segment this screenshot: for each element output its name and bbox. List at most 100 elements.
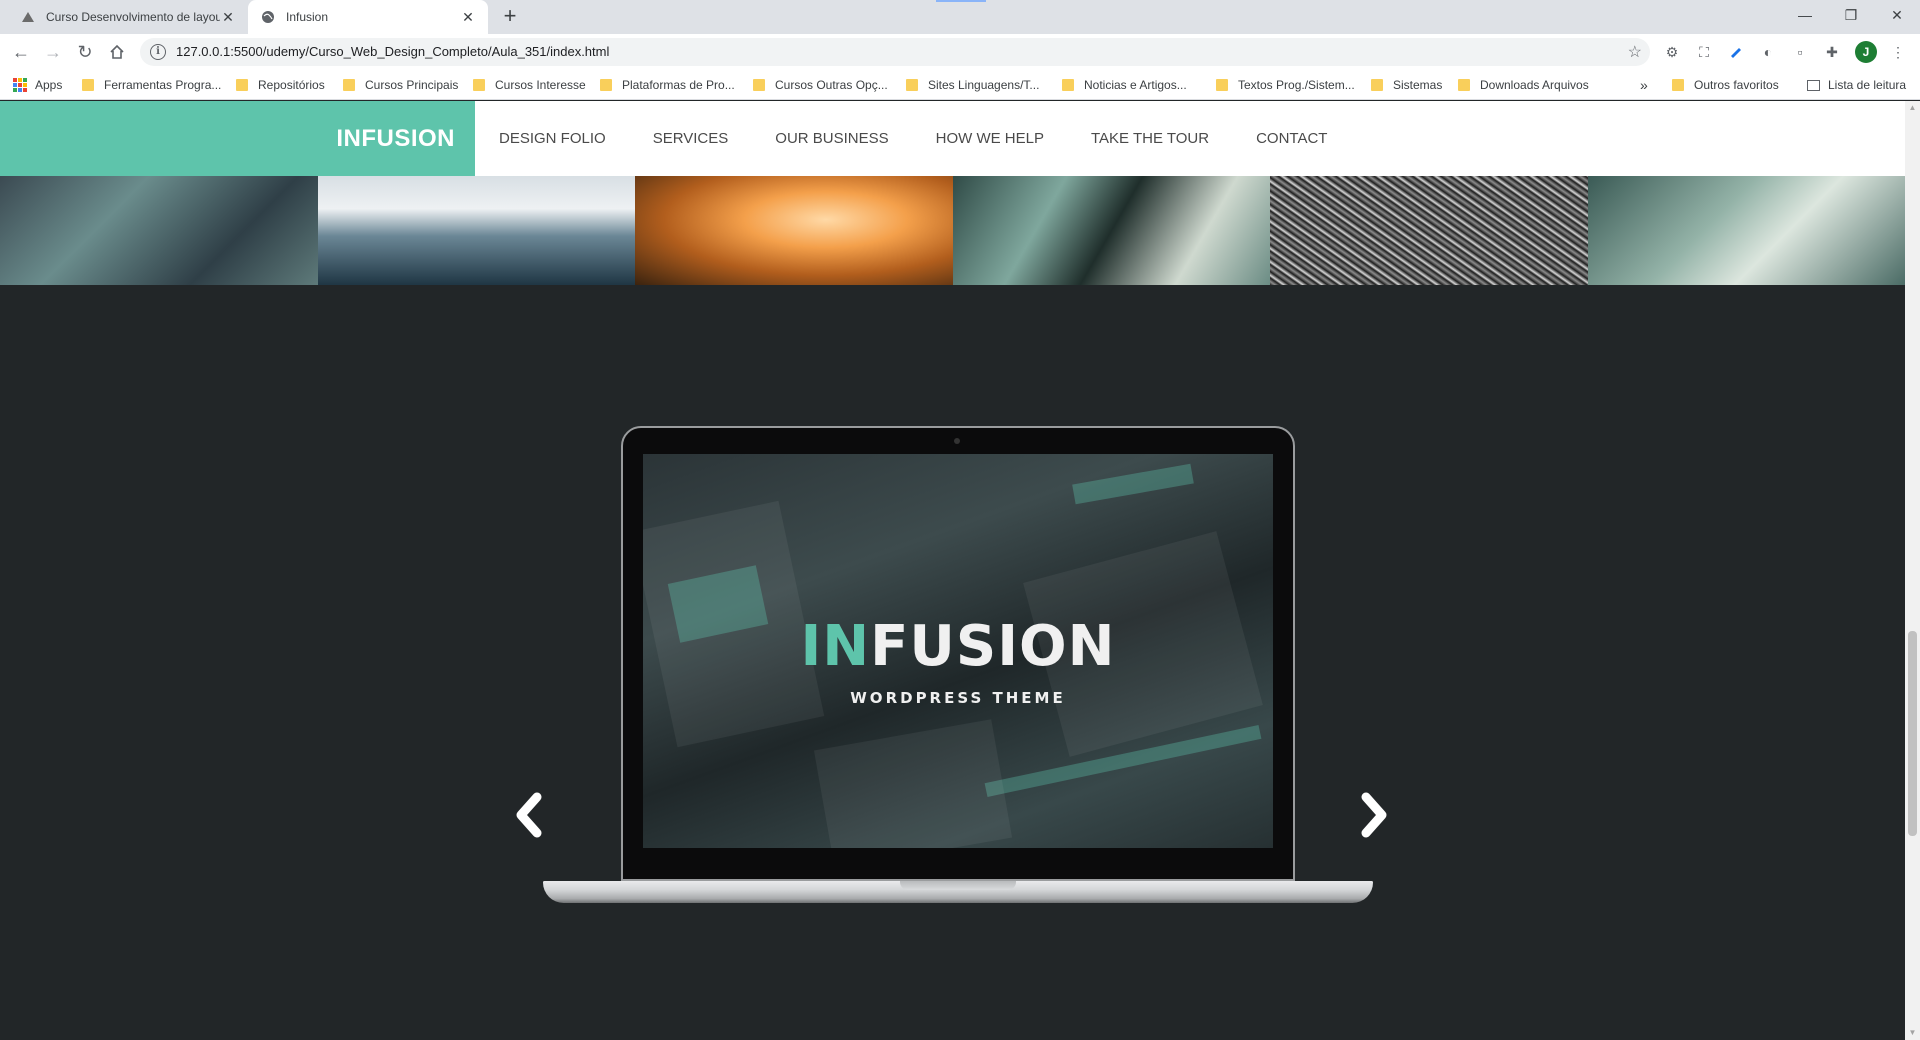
page-scrollbar[interactable]: ▲ ▼ [1905, 101, 1920, 1040]
bookmark-folder[interactable]: Textos Prog./Sistem... [1216, 70, 1355, 100]
bookmark-label: Downloads Arquivos [1480, 78, 1589, 92]
portfolio-thumbnail[interactable] [952, 176, 1270, 285]
reload-icon[interactable]: ↻ [73, 40, 97, 64]
folder-icon [1672, 79, 1684, 91]
folder-icon [906, 79, 918, 91]
bookmark-label: Cursos Interesse [495, 78, 586, 92]
kebab-menu-icon[interactable]: ⋮ [1888, 42, 1908, 62]
bookmark-folder[interactable]: Ferramentas Progra... [82, 70, 221, 100]
bookmark-label: Sistemas [1393, 78, 1443, 92]
new-tab-button[interactable]: + [498, 5, 522, 29]
folder-icon [1062, 79, 1074, 91]
reading-list[interactable]: Lista de leitura [1807, 70, 1906, 100]
close-tab-icon[interactable]: ✕ [460, 9, 476, 25]
tab-strip: Curso Desenvolvimento de layou ✕ Infusio… [0, 0, 1920, 34]
folder-icon [236, 79, 248, 91]
back-icon[interactable]: ← [9, 40, 33, 64]
brand-title-accent: IN [800, 614, 871, 679]
portfolio-thumbnail[interactable] [1270, 176, 1588, 285]
address-bar[interactable]: i 127.0.0.1:5500/udemy/Curso_Web_Design_… [140, 38, 1650, 66]
restore-icon[interactable]: ❐ [1828, 0, 1874, 30]
nav-link-services[interactable]: SERVICES [653, 130, 729, 147]
folder-icon [600, 79, 612, 91]
slider-brand-title: INFUSION [643, 614, 1273, 679]
scrollbar-thumb[interactable] [1908, 631, 1917, 836]
forward-icon[interactable]: → [41, 40, 65, 64]
tab-course[interactable]: Curso Desenvolvimento de layou ✕ [8, 0, 248, 34]
bookmark-label: Sites Linguagens/T... [928, 78, 1040, 92]
tab-infusion[interactable]: Infusion ✕ [248, 0, 488, 34]
folder-icon [473, 79, 485, 91]
brand-title-rest: FUSION [870, 614, 1116, 679]
portfolio-thumbnail[interactable] [0, 176, 318, 285]
main-navigation: DESIGN FOLIO SERVICES OUR BUSINESS HOW W… [475, 101, 1350, 176]
portfolio-thumbnail[interactable] [317, 176, 635, 285]
profile-avatar[interactable]: J [1855, 41, 1877, 63]
extension-icon[interactable] [1726, 42, 1746, 62]
minimize-icon[interactable]: — [1782, 0, 1828, 30]
bookmark-folder[interactable]: Cursos Principais [343, 70, 458, 100]
other-bookmarks[interactable]: Outros favoritos [1672, 70, 1779, 100]
bookmark-folder[interactable]: Plataformas de Pro... [600, 70, 735, 100]
bookmark-label: Cursos Outras Opç... [775, 78, 888, 92]
globe-icon [260, 9, 276, 25]
bookmark-folder[interactable]: Repositórios [236, 70, 325, 100]
tab-title: Infusion [286, 10, 329, 24]
chevron-left-icon [516, 792, 542, 838]
laptop-base [543, 881, 1373, 903]
laptop-screen: INFUSION WORDPRESS THEME [643, 454, 1273, 848]
bookmark-apps[interactable]: Apps [13, 70, 62, 100]
bookmark-folder[interactable]: Downloads Arquivos [1458, 70, 1589, 100]
nav-link-contact[interactable]: CONTACT [1256, 130, 1327, 147]
laptop-camera [954, 438, 960, 444]
bookmark-label: Plataformas de Pro... [622, 78, 735, 92]
slider-prev-button[interactable] [508, 785, 548, 845]
extension-icon[interactable]: ▫ [1790, 42, 1810, 62]
folder-icon [1458, 79, 1470, 91]
folder-icon [343, 79, 355, 91]
home-icon[interactable] [105, 40, 129, 64]
bookmark-label: Apps [35, 78, 63, 92]
nav-link-our-business[interactable]: OUR BUSINESS [775, 130, 888, 147]
puzzle-extensions-icon[interactable]: ✚ [1822, 42, 1842, 62]
folder-icon [753, 79, 765, 91]
bookmark-folder[interactable]: Sites Linguagens/T... [906, 70, 1039, 100]
bookmark-label: Repositórios [258, 78, 325, 92]
laptop-screen-frame: INFUSION WORDPRESS THEME [621, 426, 1295, 881]
laptop-notch [900, 881, 1016, 890]
scroll-down-icon[interactable]: ▼ [1905, 1026, 1920, 1040]
bookmarks-overflow-button[interactable]: » [1640, 70, 1648, 100]
bookmark-label: Lista de leitura [1828, 78, 1907, 92]
portfolio-thumbnail[interactable] [1587, 176, 1905, 285]
bookmark-star-icon[interactable]: ☆ [1628, 42, 1642, 62]
tab-strip-indicator [936, 0, 986, 2]
portfolio-thumbnail[interactable] [635, 176, 953, 285]
nav-link-design-folio[interactable]: DESIGN FOLIO [499, 130, 606, 147]
extension-icon[interactable]: ◐ [1758, 42, 1778, 62]
bookmark-folder[interactable]: Cursos Outras Opç... [753, 70, 888, 100]
reading-list-icon [1807, 79, 1820, 91]
nav-link-take-the-tour[interactable]: TAKE THE TOUR [1091, 130, 1209, 147]
folder-icon [82, 79, 94, 91]
bookmark-label: Ferramentas Progra... [104, 78, 222, 92]
slider-tagline: WORDPRESS THEME [850, 689, 1066, 707]
extension-icon[interactable]: ⚙ [1662, 42, 1682, 62]
bookmark-folder[interactable]: Cursos Interesse [473, 70, 586, 100]
logo-block[interactable]: INFUSION [0, 101, 475, 176]
site-info-icon[interactable]: i [150, 44, 166, 60]
folder-icon [1371, 79, 1383, 91]
bookmark-folder[interactable]: Sistemas [1371, 70, 1442, 100]
bookmark-folder[interactable]: Noticias e Artigos... [1062, 70, 1187, 100]
site-logo[interactable]: INFUSION [336, 101, 455, 176]
close-tab-icon[interactable]: ✕ [220, 9, 236, 25]
page-viewport: INFUSION DESIGN FOLIO SERVICES OUR BUSIN… [0, 101, 1905, 1040]
bookmark-label: Textos Prog./Sistem... [1238, 78, 1355, 92]
scroll-up-icon[interactable]: ▲ [1905, 101, 1920, 115]
tab-title: Curso Desenvolvimento de layou [46, 10, 220, 24]
laptop-mockup: INFUSION WORDPRESS THEME [543, 426, 1373, 906]
close-window-icon[interactable]: ✕ [1874, 0, 1920, 30]
udemy-favicon-icon [20, 9, 36, 25]
screenshot-extension-icon[interactable]: ⛶ [1694, 42, 1714, 62]
portfolio-thumbnails [0, 176, 1905, 285]
nav-link-how-we-help[interactable]: HOW WE HELP [936, 130, 1044, 147]
